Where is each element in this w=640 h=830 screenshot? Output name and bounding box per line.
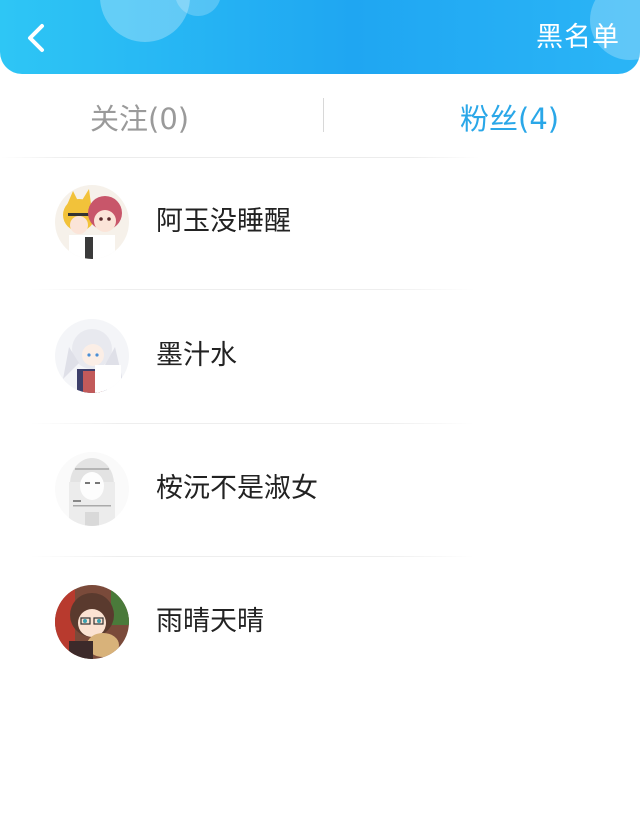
list-item[interactable]: 雨晴天晴 xyxy=(0,558,640,690)
divider xyxy=(30,289,475,290)
tab-fans[interactable]: 粉丝(4) xyxy=(460,88,559,150)
list-item[interactable]: 墨汁水 xyxy=(0,292,640,424)
avatar[interactable] xyxy=(55,585,129,659)
chevron-left-icon xyxy=(28,24,44,52)
blacklist-button[interactable]: 黑名单 xyxy=(536,20,620,56)
list-item[interactable]: 阿玉没睡醒 xyxy=(0,158,640,290)
avatar[interactable] xyxy=(55,452,129,526)
user-name: 桉沅不是淑女 xyxy=(156,473,318,504)
user-name: 阿玉没睡醒 xyxy=(156,206,291,237)
avatar[interactable] xyxy=(55,319,129,393)
decorative-bubble xyxy=(100,0,190,42)
list-item[interactable]: 桉沅不是淑女 xyxy=(0,425,640,557)
divider xyxy=(30,423,475,424)
user-name: 雨晴天晴 xyxy=(156,606,264,637)
avatar[interactable] xyxy=(55,185,129,259)
tab-bar: 关注(0) 粉丝(4) xyxy=(0,88,640,150)
user-name: 墨汁水 xyxy=(156,340,237,371)
tab-following[interactable]: 关注(0) xyxy=(90,88,189,150)
back-button[interactable] xyxy=(18,20,54,56)
tab-divider xyxy=(323,98,324,132)
top-bar: 黑名单 xyxy=(0,0,640,74)
divider xyxy=(30,556,475,557)
